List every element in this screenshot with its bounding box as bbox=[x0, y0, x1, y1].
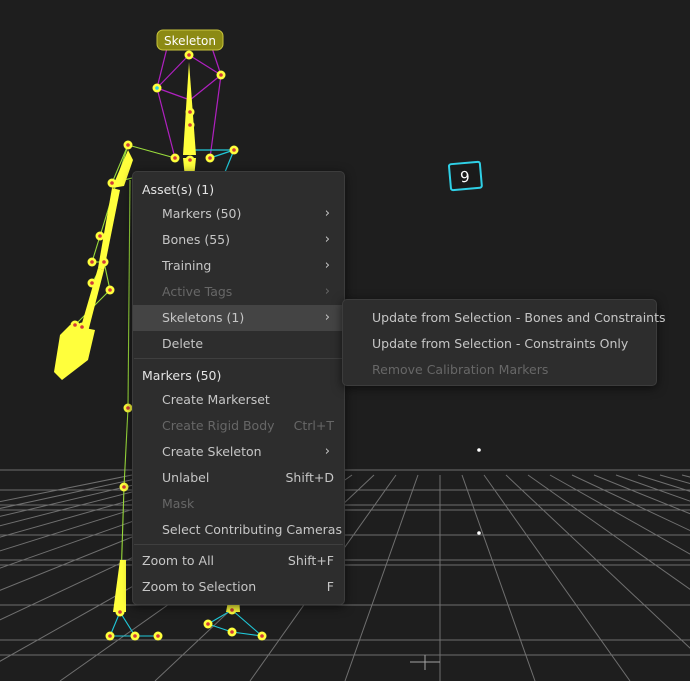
assets-header: Asset(s) (1) bbox=[142, 182, 215, 197]
shortcut-label: F bbox=[326, 579, 334, 594]
menu-item-active-tags[interactable]: Active Tags › bbox=[133, 279, 344, 305]
skeleton-marker-center bbox=[110, 181, 114, 185]
skeleton-marker-center bbox=[208, 156, 212, 160]
skeleton-marker-center bbox=[133, 634, 137, 638]
skeleton-marker-center bbox=[73, 323, 77, 327]
skeleton-marker-center bbox=[98, 234, 102, 238]
skeleton-name-label: Skeleton bbox=[164, 34, 216, 48]
skeletons-submenu: Update from Selection - Bones and Constr… bbox=[342, 299, 666, 386]
menu-separator bbox=[134, 544, 343, 545]
chevron-right-icon: › bbox=[324, 206, 330, 221]
menu-item-zoom-to-selection[interactable]: Zoom to Selection F bbox=[133, 574, 344, 600]
skeleton-marker-center bbox=[173, 156, 177, 160]
menu-item-zoom-to-all[interactable]: Zoom to All Shift+F bbox=[133, 548, 344, 574]
shortcut-label: Shift+D bbox=[285, 470, 334, 485]
menu-item-create-skeleton[interactable]: Create Skeleton › bbox=[133, 439, 344, 465]
skeleton-marker-center bbox=[108, 634, 112, 638]
skeleton-marker-center bbox=[230, 608, 234, 612]
skeleton-marker-center bbox=[122, 485, 126, 489]
skeleton-marker-center bbox=[118, 610, 122, 614]
menu-item-select-contributing-cameras[interactable]: Select Contributing Cameras bbox=[133, 517, 344, 543]
menu-item-mask[interactable]: Mask bbox=[133, 491, 344, 517]
skeleton-name-tag[interactable]: Skeleton bbox=[156, 29, 224, 51]
unlabeled-marker[interactable] bbox=[477, 531, 481, 535]
menu-item-skeletons[interactable]: Skeletons (1) › bbox=[133, 305, 344, 331]
menu-item-markers[interactable]: Markers (50) › bbox=[133, 201, 344, 227]
skeleton-marker-center bbox=[155, 86, 159, 90]
skeleton-marker-center bbox=[206, 622, 210, 626]
chevron-right-icon: › bbox=[324, 444, 330, 459]
markers-header: Markers (50) bbox=[142, 368, 222, 383]
context-menu: Asset(s) (1) Markers (50) › Bones (55) ›… bbox=[132, 171, 345, 605]
skeleton-marker-center bbox=[219, 73, 223, 77]
menu-separator bbox=[134, 358, 343, 359]
skeleton-marker-center bbox=[126, 406, 130, 410]
skeleton-marker-center bbox=[188, 110, 192, 114]
skeleton-marker-center bbox=[188, 123, 192, 127]
skeleton-marker-center bbox=[260, 634, 264, 638]
shortcut-label: Shift+F bbox=[287, 553, 334, 568]
unlabeled-marker[interactable] bbox=[477, 448, 481, 452]
skeleton-marker-center bbox=[90, 281, 94, 285]
chevron-right-icon: › bbox=[324, 232, 330, 247]
skeleton-marker-center bbox=[232, 148, 236, 152]
skeleton-marker-center bbox=[126, 143, 130, 147]
skeleton-marker-center bbox=[188, 158, 192, 162]
shortcut-label: Ctrl+T bbox=[293, 418, 334, 433]
menu-item-update-constraints-only[interactable]: Update from Selection - Constraints Only bbox=[343, 331, 656, 357]
menu-item-create-rigid-body[interactable]: Create Rigid Body Ctrl+T bbox=[133, 413, 344, 439]
menu-item-create-markerset[interactable]: Create Markerset bbox=[133, 387, 344, 413]
skeleton-marker-center bbox=[90, 260, 94, 264]
skeleton-marker-center bbox=[102, 260, 106, 264]
chevron-right-icon: › bbox=[324, 310, 330, 325]
camera-number: 9 bbox=[459, 168, 470, 187]
skeleton-marker-center bbox=[108, 288, 112, 292]
menu-item-remove-calibration-markers[interactable]: Remove Calibration Markers bbox=[343, 357, 656, 383]
skeleton-marker-center bbox=[156, 634, 160, 638]
menu-item-bones[interactable]: Bones (55) › bbox=[133, 227, 344, 253]
skeleton-marker-center bbox=[80, 325, 84, 329]
chevron-right-icon: › bbox=[324, 284, 330, 299]
chevron-right-icon: › bbox=[324, 258, 330, 273]
skeleton-marker-center bbox=[230, 630, 234, 634]
menu-item-update-bones-constraints[interactable]: Update from Selection - Bones and Constr… bbox=[343, 305, 666, 331]
menu-item-unlabel[interactable]: Unlabel Shift+D bbox=[133, 465, 344, 491]
menu-item-training[interactable]: Training › bbox=[133, 253, 344, 279]
skeleton-marker-center bbox=[187, 53, 191, 57]
menu-item-delete[interactable]: Delete bbox=[133, 331, 344, 357]
camera-marker[interactable]: 9 bbox=[448, 160, 483, 192]
